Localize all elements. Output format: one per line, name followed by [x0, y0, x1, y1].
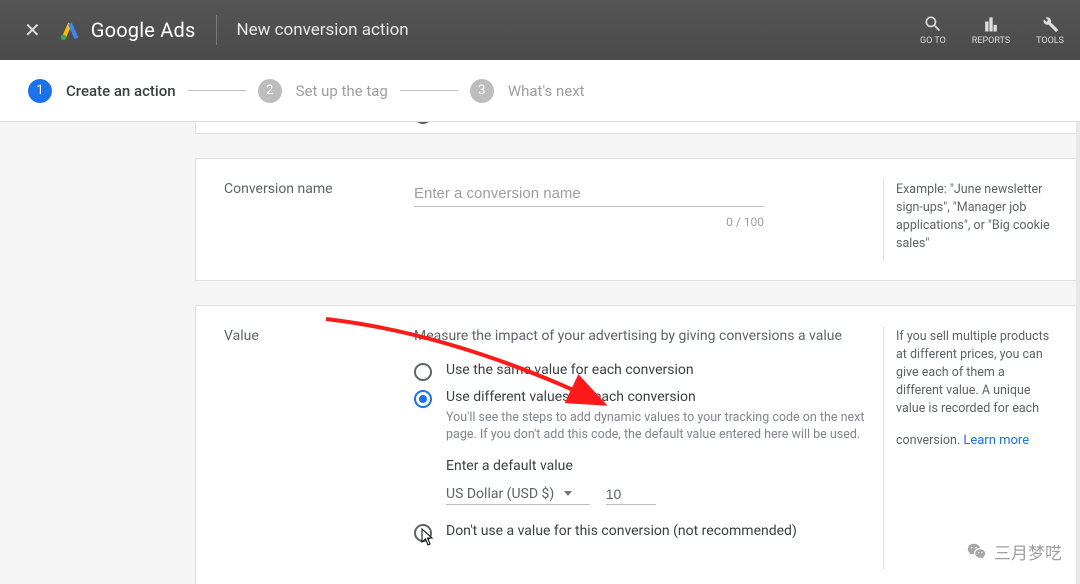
- radio-none-row[interactable]: Don't use a value for this conversion (n…: [414, 523, 876, 542]
- conversion-name-counter: 0 / 100: [414, 215, 764, 229]
- google-ads-logo-icon: [59, 19, 81, 41]
- reports-label: REPORTS: [972, 36, 1010, 46]
- step-3-label: What's next: [508, 82, 585, 100]
- conversion-name-panel: Conversion name 0 / 100 Example: "June n…: [195, 158, 1080, 281]
- value-section-label: Value: [224, 328, 414, 550]
- watermark: 三月梦呓: [966, 539, 1062, 564]
- default-value-input[interactable]: [606, 484, 656, 505]
- step-3-badge: 3: [470, 79, 494, 103]
- default-value-title: Enter a default value: [446, 458, 876, 474]
- currency-select-value: US Dollar (USD $): [446, 486, 554, 502]
- radio-other-row[interactable]: Other: [414, 122, 1051, 124]
- conversion-name-input[interactable]: [414, 181, 764, 207]
- conversion-name-section-label: Conversion name: [224, 181, 414, 254]
- radio-diff-sublabel: You'll see the steps to add dynamic valu…: [446, 409, 876, 444]
- radio-other[interactable]: [414, 122, 432, 124]
- conversion-name-body: 0 / 100: [414, 181, 876, 254]
- step-2[interactable]: 2 Set up the tag: [258, 79, 388, 103]
- value-help: If you sell multiple products at differe…: [876, 328, 1051, 550]
- step-2-badge: 2: [258, 79, 282, 103]
- radio-same[interactable]: [414, 363, 432, 381]
- panel-label-empty: [224, 122, 414, 123]
- header-divider: [216, 15, 217, 45]
- currency-row: US Dollar (USD $): [446, 484, 876, 505]
- cursor-icon: [421, 528, 437, 546]
- goto-button[interactable]: GO TO: [920, 14, 946, 46]
- step-connector: [188, 90, 246, 91]
- step-connector: [400, 90, 458, 91]
- radio-same-row[interactable]: Use the same value for each conversion: [414, 362, 876, 381]
- bar-chart-icon: [981, 14, 1001, 34]
- value-body: Measure the impact of your advertising b…: [414, 328, 876, 550]
- step-3[interactable]: 3 What's next: [470, 79, 585, 103]
- goto-label: GO TO: [920, 36, 946, 46]
- form-canvas: Other Conversion name 0 / 100 Example: "…: [0, 122, 1080, 584]
- default-value-block: Enter a default value US Dollar (USD $): [446, 458, 876, 505]
- step-1-label: Create an action: [66, 82, 176, 100]
- help-divider: [883, 326, 884, 570]
- radio-same-label: Use the same value for each conversion: [446, 362, 694, 378]
- help-divider: [883, 179, 884, 260]
- page-title: New conversion action: [237, 20, 409, 40]
- wrench-icon: [1040, 14, 1060, 34]
- step-1[interactable]: 1 Create an action: [28, 79, 176, 103]
- chevron-down-icon: [564, 491, 572, 496]
- panel-body: Other: [414, 122, 1051, 123]
- brand-block: Google Ads: [59, 18, 196, 42]
- learn-more-link[interactable]: Learn more: [963, 432, 1029, 451]
- category-panel-partial: Other: [195, 122, 1080, 134]
- value-help-text: If you sell multiple products at differe…: [896, 329, 1049, 449]
- currency-select[interactable]: US Dollar (USD $): [446, 484, 590, 505]
- radio-diff[interactable]: [414, 390, 432, 408]
- radio-diff-row[interactable]: Use different values for each conversion…: [414, 389, 876, 444]
- radio-diff-label: Use different values for each conversion: [446, 389, 876, 405]
- tools-button[interactable]: TOOLS: [1036, 14, 1064, 46]
- stepper: 1 Create an action 2 Set up the tag 3 Wh…: [0, 60, 1080, 122]
- radio-none[interactable]: [414, 524, 432, 542]
- value-subtitle: Measure the impact of your advertising b…: [414, 328, 876, 344]
- watermark-text: 三月梦呓: [994, 539, 1062, 564]
- conversion-name-help: Example: "June newsletter sign-ups", "Ma…: [876, 181, 1051, 254]
- wechat-icon: [966, 541, 988, 563]
- step-1-badge: 1: [28, 79, 52, 103]
- value-panel: Value Measure the impact of your adverti…: [195, 305, 1080, 584]
- search-icon: [923, 14, 943, 34]
- app-header: ✕ Google Ads New conversion action GO TO…: [0, 0, 1080, 60]
- radio-none-label: Don't use a value for this conversion (n…: [446, 523, 797, 539]
- header-actions: GO TO REPORTS TOOLS: [920, 14, 1064, 46]
- close-icon[interactable]: ✕: [16, 18, 49, 42]
- tools-label: TOOLS: [1036, 36, 1064, 46]
- brand-text: Google Ads: [91, 18, 196, 42]
- reports-button[interactable]: REPORTS: [972, 14, 1010, 46]
- step-2-label: Set up the tag: [296, 82, 388, 100]
